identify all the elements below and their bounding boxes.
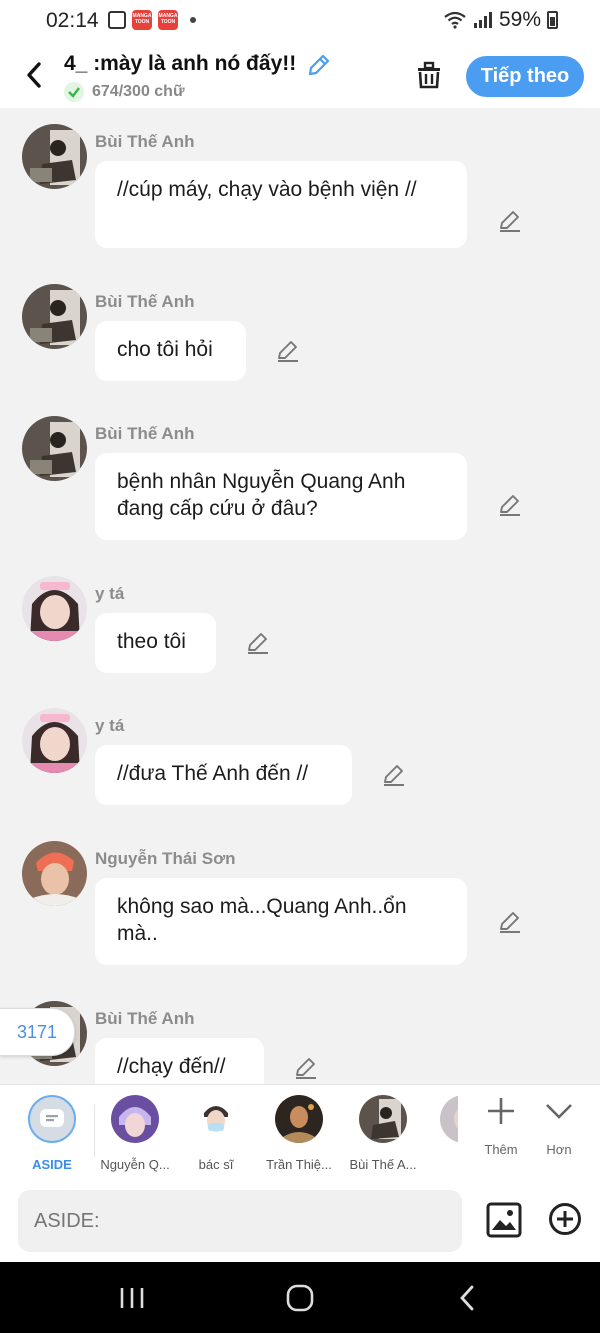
system-nav-bar	[0, 1262, 600, 1333]
mangatoon-notification-icon: MANGA TOON	[132, 10, 152, 30]
avatar[interactable]	[22, 124, 87, 189]
character-item[interactable]: bác sĩ	[178, 1095, 254, 1172]
character-avatar	[192, 1095, 240, 1143]
avatar[interactable]	[22, 841, 87, 906]
chevron-down-icon	[546, 1104, 572, 1119]
character-item[interactable]: Bùi Thế A...	[345, 1095, 421, 1172]
back-icon[interactable]	[20, 58, 48, 92]
character-bar: ASIDE Nguyễn Q... bác sĩ Trần Thiệ... Bù…	[0, 1084, 600, 1181]
check-icon	[64, 82, 84, 102]
edit-title-icon[interactable]	[306, 52, 332, 78]
character-avatar	[359, 1095, 407, 1143]
edit-pencil-icon[interactable]	[381, 762, 407, 788]
edit-pencil-icon[interactable]	[497, 492, 523, 518]
gallery-notification-icon	[108, 11, 126, 29]
speaker-name: Bùi Thế Anh	[95, 132, 195, 151]
mangatoon-notification-icon-2: MANGA TOON	[158, 10, 178, 30]
plus-icon	[488, 1098, 514, 1124]
status-time: 02:14	[46, 9, 99, 32]
message-bubble[interactable]: //đưa Thế Anh đến //	[95, 745, 352, 805]
home-icon[interactable]	[285, 1284, 315, 1312]
more-characters-button[interactable]: Hơn	[531, 1095, 587, 1157]
chat-area[interactable]: Bùi Thế Anh //cúp máy, chạy vào bệnh việ…	[0, 108, 600, 1084]
character-avatar	[440, 1095, 458, 1143]
speaker-name: y tá	[95, 584, 125, 603]
edit-pencil-icon[interactable]	[497, 909, 523, 935]
aside-icon	[28, 1095, 76, 1143]
speaker-name: Bùi Thế Anh	[95, 1009, 195, 1028]
editor-header: 4_ :mày là anh nó đấy!! 674/300 chữ Tiếp…	[0, 42, 600, 108]
message-count-badge[interactable]: 3171	[0, 1008, 75, 1056]
character-aside[interactable]: ASIDE	[14, 1095, 90, 1172]
more-label: Hơn	[546, 1142, 572, 1157]
recent-apps-icon[interactable]	[118, 1286, 146, 1310]
character-label: bác sĩ	[198, 1157, 234, 1172]
speaker-name: y tá	[95, 716, 125, 735]
character-label: Bùi Thế A...	[349, 1157, 417, 1172]
character-label: Nguyễn Q...	[100, 1157, 170, 1172]
character-avatar	[275, 1095, 323, 1143]
edit-pencil-icon[interactable]	[293, 1055, 319, 1081]
edit-pencil-icon[interactable]	[275, 338, 301, 364]
image-icon[interactable]	[486, 1202, 522, 1238]
avatar[interactable]	[22, 284, 87, 349]
message-bubble[interactable]: bệnh nhân Nguyễn Quang Anh đang cấp cứu …	[95, 453, 467, 540]
avatar[interactable]	[22, 416, 87, 481]
more-notifications-icon	[190, 17, 196, 23]
message-input[interactable]	[18, 1190, 462, 1252]
speaker-name: Nguyễn Thái Sơn	[95, 849, 236, 868]
edit-pencil-icon[interactable]	[497, 208, 523, 234]
character-avatar	[111, 1095, 159, 1143]
battery-icon	[547, 11, 558, 29]
message-bubble[interactable]: //cúp máy, chạy vào bệnh viện //	[95, 161, 467, 248]
battery-percent: 59%	[498, 8, 541, 31]
speaker-name: Bùi Thế Anh	[95, 424, 195, 443]
input-bar	[0, 1180, 600, 1262]
avatar[interactable]	[22, 708, 87, 773]
trash-icon[interactable]	[414, 60, 444, 90]
message-bubble[interactable]: //chạy đến//	[95, 1038, 264, 1084]
episode-title: 4_ :mày là anh nó đấy!!	[64, 52, 297, 75]
speaker-name: Bùi Thế Anh	[95, 292, 195, 311]
add-character-button[interactable]: Thêm	[473, 1095, 529, 1157]
next-button[interactable]: Tiếp theo	[466, 56, 584, 97]
message-bubble[interactable]: cho tôi hỏi	[95, 321, 246, 381]
character-item[interactable]: Nguyễn Q...	[97, 1095, 173, 1172]
signal-icon	[473, 12, 492, 28]
character-item-partial[interactable]	[424, 1095, 458, 1143]
nav-back-icon[interactable]	[456, 1284, 478, 1312]
message-bubble[interactable]: theo tôi	[95, 613, 216, 673]
character-label: ASIDE	[32, 1157, 72, 1172]
wifi-icon	[444, 11, 466, 29]
edit-pencil-icon[interactable]	[245, 630, 271, 656]
avatar[interactable]	[22, 576, 87, 641]
divider	[94, 1105, 95, 1157]
add-circle-icon[interactable]	[548, 1202, 582, 1236]
word-count: 674/300 chữ	[92, 83, 185, 100]
add-label: Thêm	[484, 1142, 518, 1157]
character-label: Trần Thiệ...	[266, 1157, 332, 1172]
message-bubble[interactable]: không sao mà...Quang Anh..ổn mà..	[95, 878, 467, 965]
character-item[interactable]: Trần Thiệ...	[261, 1095, 337, 1172]
status-bar: 02:14 MANGA TOON MANGA TOON 59%	[0, 0, 600, 42]
